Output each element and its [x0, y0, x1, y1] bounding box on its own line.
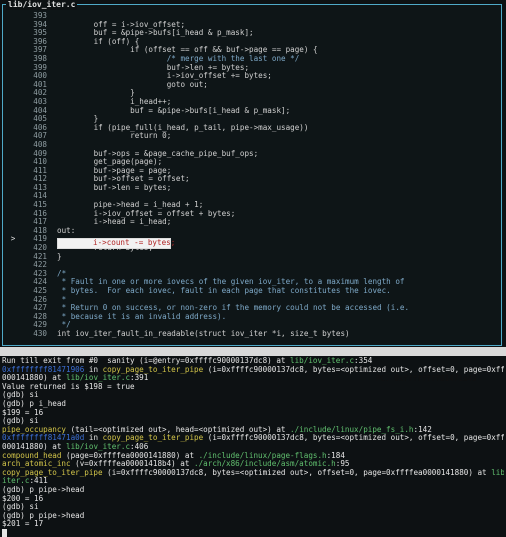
gdb-output-line: (gdb) p pipe->head: [2, 486, 504, 495]
line-number: 430: [33, 328, 47, 338]
gdb-text-segment: ./include/linux/page-flags.h: [198, 451, 327, 460]
gdb-text-segment: :406: [130, 442, 149, 451]
current-line-text: i->count -= bytes;: [93, 238, 176, 247]
gdb-text-segment: 0xffffffff81471906: [2, 365, 85, 374]
gdb-output-line: 000141880) at lib/iov_iter.c:406: [2, 443, 504, 452]
gdb-text-segment: (gdb) p pipe->head: [2, 511, 85, 520]
source-line: 428 * because it is an invalid address).: [3, 311, 501, 322]
gdb-output-line: Value returned is $198 = true: [2, 383, 504, 392]
gdb-text-segment: lib/iov_: [491, 468, 504, 477]
gdb-output-line: $200 = 16: [2, 495, 504, 504]
gdb-output-line: $201 = 17: [2, 520, 504, 529]
gdb-output-line: pipe_occupancy (tail=<optimized out>, he…: [2, 426, 504, 435]
gdb-text-segment: iter.c: [2, 477, 30, 486]
gdb-text-segment: lib/iov_iter.c: [66, 374, 131, 383]
gdb-text-segment: lib/iov_iter.c: [290, 357, 355, 365]
gdb-text-segment: :95: [335, 460, 350, 469]
gdb-text-segment: copy_page_to_iter_pipe: [2, 468, 103, 477]
gdb-output-line: (gdb) si: [2, 391, 504, 400]
line-code: return 0;: [57, 131, 172, 141]
gdb-prompt-line[interactable]: [2, 528, 504, 537]
source-lines: 393 394 off = i->iov_offset; 395 buf = &pi…: [3, 11, 501, 339]
gdb-text-segment: Run till exit from #0: [2, 357, 108, 365]
gdb-text-segment: compound_head: [2, 451, 62, 460]
gdb-text-segment: $200 = 16: [2, 494, 44, 503]
source-line: 425 * bytes. For each iovec, fault in ea…: [3, 286, 501, 296]
gdb-text-segment: 000141880) at: [2, 442, 67, 451]
gdb-text-segment: (gdb) p i_head: [2, 399, 67, 408]
gdb-output-line: Run till exit from #0 sanity (i=@entry=0…: [2, 357, 504, 366]
gdb-text-segment: arch_atomic_inc: [2, 460, 71, 469]
line-code: * because it is an invalid address).: [57, 311, 227, 321]
gdb-text-segment: copy_page_to_iter_pipe: [102, 365, 204, 374]
source-line: 421}: [3, 251, 501, 262]
terminal-cursor: [2, 528, 7, 537]
gdb-text-segment: copy_page_to_iter_pipe: [102, 434, 204, 443]
line-code: int iov_iter_fault_in_readable(struct io…: [57, 328, 350, 338]
gdb-text-segment: (v=0xffffea00001418b4) at: [70, 460, 195, 469]
gdb-text-segment: lib/iov_iter.c: [66, 442, 131, 451]
gdb-text-segment: ./arch/x86/include/asm/atomic.h: [194, 460, 336, 469]
gdb-output-line: 0xffffffff81471a0d in copy_page_to_iter_…: [2, 434, 504, 443]
gdb-text-segment: 0xffffffff81471a0d: [2, 434, 85, 443]
line-code: }: [57, 251, 62, 261]
gdb-output-line: 0xffffffff81471906 in copy_page_to_iter_…: [2, 366, 504, 375]
gdb-text-segment: pipe_occupancy: [2, 425, 67, 434]
gdb-text-segment: (gdb) p pipe->head: [2, 485, 85, 494]
gdb-text-segment: 000141880) at: [2, 374, 67, 383]
source-window-title: lib/iov_iter.c: [6, 0, 78, 10]
line-code: buf->len = bytes;: [57, 182, 172, 192]
gdb-text-segment: (i=0xffffc90000137dc8, bytes=<optimized …: [203, 434, 504, 443]
source-line: 407 return 0;: [3, 132, 501, 141]
gdb-text-segment: ./include/linux/pipe_fs_i.h: [290, 425, 414, 434]
gdb-text-segment: :184: [326, 451, 345, 460]
gdb-text-segment: (gdb) si: [2, 391, 39, 400]
gdb-text-segment: (gdb) si: [2, 503, 39, 512]
gdb-output-line: (gdb) si: [2, 503, 504, 512]
gdb-output-line: copy_page_to_iter_pipe (i=0xffffc9000013…: [2, 469, 504, 478]
line-code: * bytes. For each iovec, fault in each p…: [57, 286, 391, 295]
gdb-text-segment: :142: [413, 425, 432, 434]
source-line: 430 int iov_iter_fault_in_readable(struct…: [3, 328, 501, 339]
gdb-output-line: arch_atomic_inc (v=0xffffea00001418b4) a…: [2, 460, 504, 469]
gdb-text-segment: (i=0xffffc90000137dc8, bytes=<optimized …: [102, 468, 492, 477]
gdb-text-segment: (page=0xffffea0000141880) at: [61, 451, 199, 460]
source-window: 393 394 off = i->iov_offset; 395 buf = &pi…: [2, 4, 502, 346]
status-bar: remote Thread 1.1 In: copy_page_to_iter …: [0, 347, 506, 383]
gdb-text-segment: in: [84, 365, 103, 374]
gdb-text-segment: in: [84, 434, 103, 443]
gdb-text-segment: sanity (i=@entry=0xffffc90000137dc8) at: [107, 357, 291, 365]
source-line: 418 out:: [3, 225, 501, 236]
source-line: 413 buf->len = bytes;: [3, 182, 501, 193]
gdb-text-segment: :411: [29, 477, 48, 486]
gdb-text-segment: Value returned is $198 = true: [2, 382, 135, 391]
line-code: out:: [57, 225, 76, 235]
gdb-console[interactable]: Run till exit from #0 sanity (i=@entry=0…: [2, 357, 504, 537]
gdb-text-segment: $201 = 17: [2, 520, 44, 529]
gdb-output-line: (gdb) p pipe->head: [2, 512, 504, 521]
gdb-text-segment: (gdb) si: [2, 417, 39, 426]
gdb-text-segment: (i=0xffffc90000137dc8, bytes=<optimized …: [203, 365, 504, 374]
gdb-text-segment: (tail=<optimized out>, head=<optimized o…: [66, 425, 291, 434]
gdb-output-line: (gdb) p i_head: [2, 400, 504, 409]
gdb-output-line: iter.c:411: [2, 477, 504, 486]
gdb-text-segment: :391: [130, 374, 149, 383]
gdb-output-line: (gdb) si: [2, 417, 504, 426]
gdb-text-segment: $199 = 16: [2, 408, 44, 417]
current-line-marker: >: [10, 234, 16, 244]
gdb-output-line: $199 = 16: [2, 409, 504, 418]
source-line: 417 i->head = i_head;: [3, 217, 501, 227]
gdb-output-line: 000141880) at lib/iov_iter.c:391: [2, 374, 504, 383]
source-line: 422: [3, 261, 501, 270]
gdb-output-line: compound_head (page=0xffffea0000141880) …: [2, 452, 504, 461]
gdb-text-segment: :354: [354, 357, 373, 365]
